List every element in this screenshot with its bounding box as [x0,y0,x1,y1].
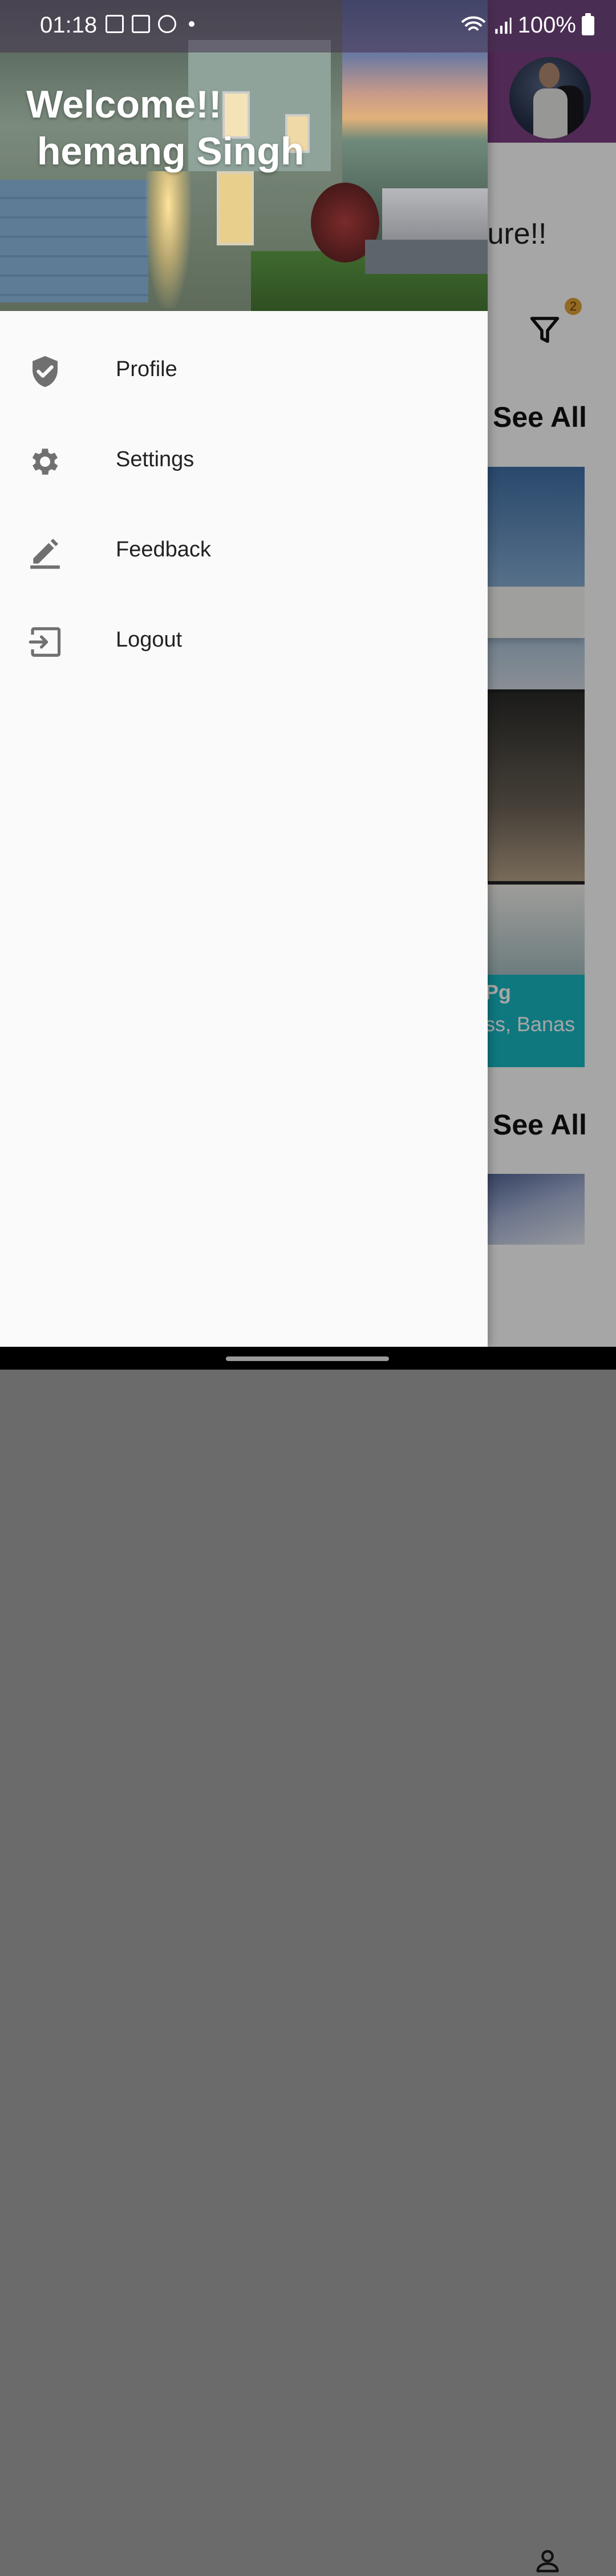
system-icons: 100% [460,13,594,38]
battery-percent: 100% [517,13,576,38]
drawer-item-label: Settings [116,447,194,471]
welcome-text: Welcome!! hemang Singh [26,83,305,173]
edit-icon [30,539,60,569]
gallery-icon [106,15,124,33]
battery-icon [582,13,594,35]
shield-check-icon [33,356,58,387]
gesture-bar [0,1347,616,1370]
wifi-calling-icon [461,16,486,31]
notification-icons [106,15,194,33]
navigation-drawer: Welcome!! hemang Singh Profile Settings … [0,0,488,1347]
drawer-item-settings[interactable]: Settings [0,428,488,491]
gear-icon [32,449,58,475]
drawer-item-label: Feedback [116,538,211,562]
drawer-item-profile[interactable]: Profile [0,338,488,401]
facebook-icon [158,15,176,33]
drawer-item-logout[interactable]: Logout [0,608,488,671]
home-gesture-handle[interactable] [226,1356,389,1361]
logout-icon [29,627,61,657]
signal-icon [495,17,512,34]
status-bar: 01:18 100% [0,0,616,53]
drawer-item-label: Profile [116,357,177,381]
drawer-item-feedback[interactable]: Feedback [0,518,488,581]
drawer-item-label: Logout [116,628,183,652]
voicemail-icon [132,15,150,33]
person-icon[interactable] [533,2546,562,2576]
dot-icon [189,21,194,27]
status-time: 01:18 [40,13,98,38]
